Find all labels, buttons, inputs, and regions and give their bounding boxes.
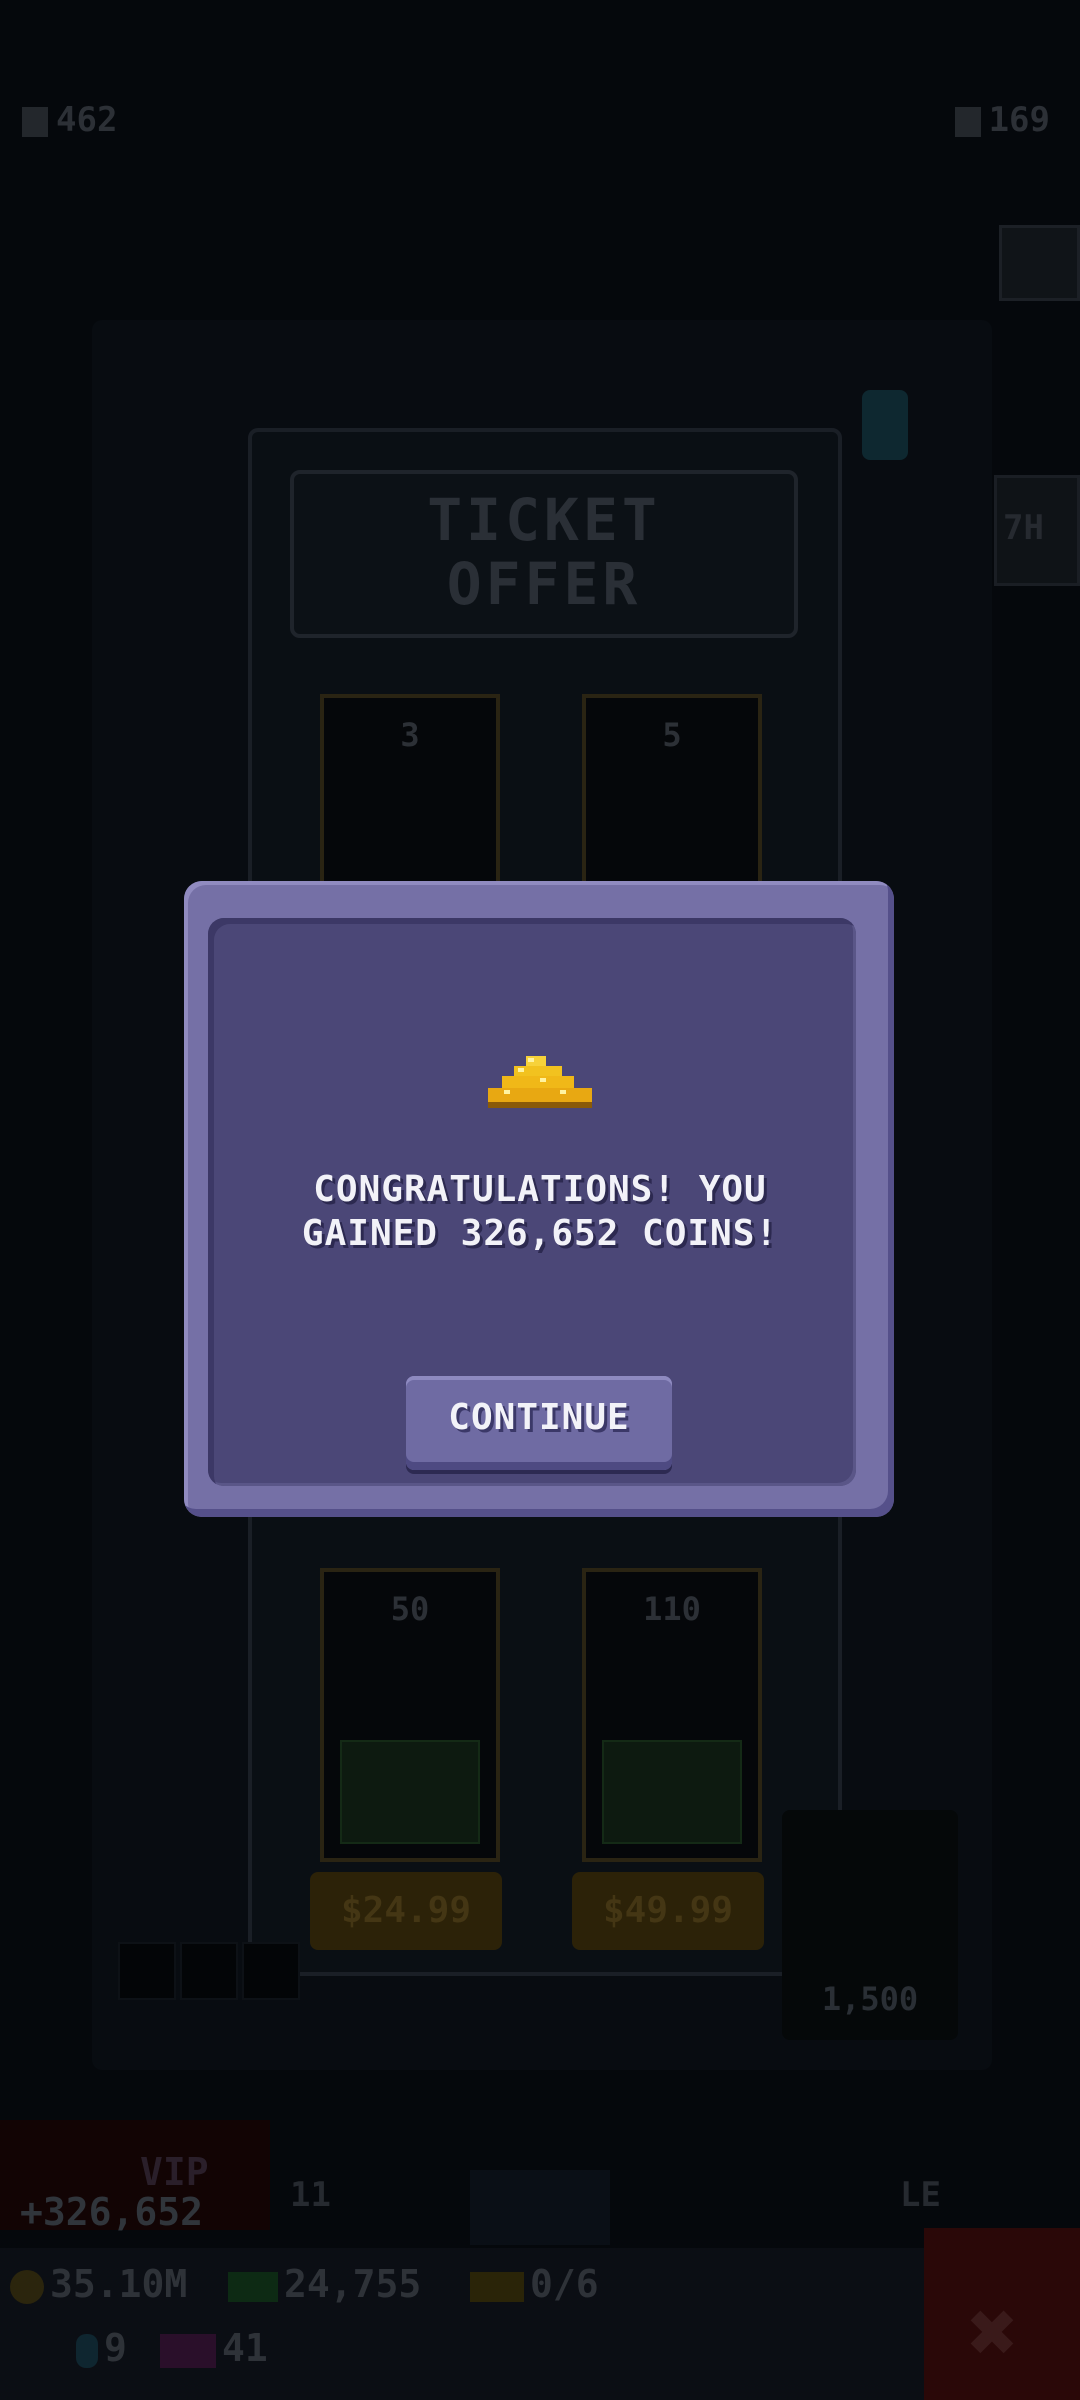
gems-stat: 9 (76, 2326, 127, 2370)
bottom-resource-bar: 35.10M 24,755 0/6 9 41 (0, 2248, 1080, 2400)
tv-icon (160, 2333, 216, 2368)
energy-counter-top: 169 (954, 100, 1050, 140)
crown-icon (22, 106, 48, 137)
inventory-slot (242, 1942, 300, 2000)
reward-message: CONGRATULATIONS! YOU GAINED 326,652 COIN… (301, 1169, 779, 1254)
inventory-slot (180, 1942, 238, 2000)
gem-icon (76, 2333, 98, 2368)
timer-tab: 7H (994, 475, 1080, 586)
coin-icon (10, 2269, 44, 2304)
close-button: ✖ (924, 2228, 1080, 2400)
tickets-stat: 0/6 (470, 2262, 599, 2306)
ticket-pack-icon (340, 1740, 480, 1844)
right-label: LE (900, 2175, 941, 2215)
coins-counter-top: 462 (22, 100, 117, 140)
vip-label: VIP (140, 2150, 209, 2194)
info-icon (862, 390, 908, 460)
ticket-offer-title: TICKET OFFER (290, 470, 798, 638)
collapse-tab (470, 2170, 610, 2245)
gained-coins-label: +326,652 (20, 2190, 204, 2234)
ticket-pack-icon (602, 1740, 742, 1844)
continue-button[interactable]: CONTINUE (406, 1376, 672, 1470)
tv-stat: 41 (160, 2326, 268, 2370)
price-button-24-99: $24.99 (310, 1872, 502, 1950)
side-menu-tab (999, 225, 1080, 301)
ticket-icon (470, 2271, 524, 2302)
battery-icon (954, 106, 981, 137)
cash-icon (228, 2271, 278, 2302)
price-button-49-99: $49.99 (572, 1872, 764, 1950)
coin-pile-icon (488, 1056, 592, 1108)
inventory-slot (118, 1942, 176, 2000)
ticket-card-110: 110 (582, 1568, 762, 1862)
side-reward-badge: 1,500 (782, 1810, 958, 2040)
cash-stat: 24,755 (228, 2262, 421, 2306)
ticket-card-50: 50 (320, 1568, 500, 1862)
level-label: 11 (290, 2175, 331, 2215)
close-icon: ✖ (968, 2283, 1019, 2381)
coins-stat: 35.10M (10, 2262, 187, 2306)
